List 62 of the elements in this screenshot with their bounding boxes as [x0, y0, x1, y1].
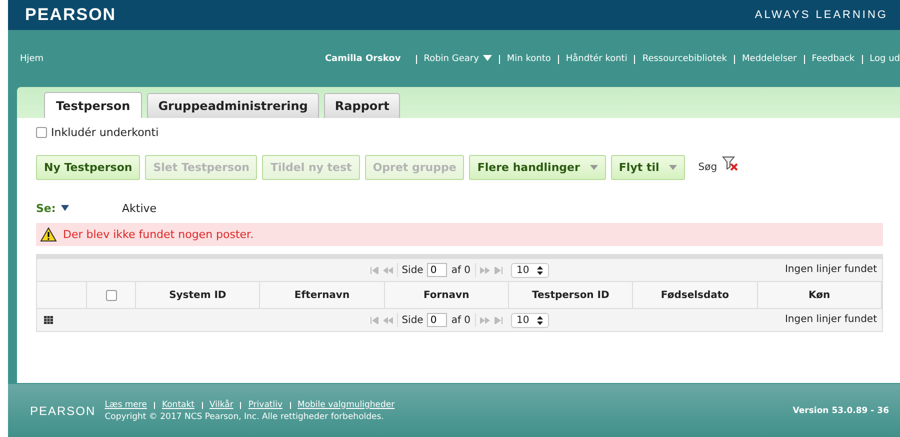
home-link[interactable]: Hjem	[20, 54, 44, 64]
page-size-select[interactable]: 10	[510, 312, 550, 328]
search-label: Søg	[698, 162, 718, 173]
record-status: Ingen linjer fundet	[784, 264, 877, 275]
nav-link[interactable]: Håndtér konti	[566, 54, 628, 64]
column-header[interactable]: Fødselsdato	[633, 282, 758, 308]
copyright-text: Copyright © 2017 NCS Pearson, Inc. Alle rettigheder forbeholdes.	[104, 412, 385, 422]
column-header[interactable]: System ID	[136, 282, 260, 308]
checkbox-label: Inkludér underkonti	[51, 126, 159, 139]
alert-message: Der blev ikke fundet nogen poster.	[63, 228, 254, 241]
tab[interactable]: Testperson	[44, 92, 142, 118]
footer-link[interactable]: Vilkår	[210, 400, 234, 410]
footer-link[interactable]: Kontakt	[162, 400, 194, 410]
page-count: af 0	[451, 264, 471, 276]
footer-logo: PEARSON	[30, 404, 96, 418]
page-input[interactable]: 0	[427, 263, 448, 277]
user-name: Camilla Orskov	[324, 54, 401, 64]
first-page-icon[interactable]	[370, 266, 379, 274]
column-header[interactable]: Efternavn	[260, 282, 385, 308]
last-page-icon[interactable]	[494, 316, 503, 324]
version-text: Version 53.0.89 - 36	[792, 406, 889, 416]
page-label: Side	[402, 314, 424, 326]
view-dropdown[interactable]: Se:	[36, 202, 122, 214]
clear-filter-icon[interactable]	[722, 156, 738, 171]
footer-link[interactable]: Mobile valgmuligheder	[298, 400, 395, 410]
nav-link[interactable]: Meddelelser	[742, 54, 797, 64]
next-page-icon[interactable]	[480, 266, 490, 274]
nav-link[interactable]: Robin Geary	[424, 54, 492, 64]
tab[interactable]: Gruppeadministrering	[147, 93, 319, 118]
record-status: Ingen linjer fundet	[784, 314, 877, 325]
column-header[interactable]: Køn	[758, 282, 882, 308]
tab[interactable]: Rapport	[324, 93, 400, 118]
column-header[interactable]: Testperson ID	[508, 282, 634, 308]
next-page-icon[interactable]	[480, 316, 490, 324]
nav-link[interactable]: Min konto	[506, 54, 551, 64]
action-button[interactable]: Flere handlinger	[469, 155, 606, 180]
grid-icon[interactable]	[44, 316, 53, 324]
page-size-select[interactable]: 10	[510, 262, 550, 278]
footer-link[interactable]: Privatliv	[248, 400, 282, 410]
previous-page-icon[interactable]	[382, 316, 393, 324]
checkbox[interactable]	[36, 127, 47, 138]
page-label: Side	[402, 264, 424, 276]
action-button[interactable]: Ny Testperson	[36, 155, 140, 180]
caret-icon	[60, 205, 69, 211]
previous-page-icon[interactable]	[382, 266, 393, 274]
up-down-arrows-icon	[537, 316, 544, 324]
first-page-icon[interactable]	[370, 316, 379, 324]
action-button[interactable]: Flyt til	[610, 155, 686, 180]
logo: PEARSON	[25, 5, 116, 25]
nav-link[interactable]: Feedback	[812, 54, 855, 64]
view-value: Aktive	[122, 202, 157, 214]
page-count: af 0	[451, 314, 471, 326]
footer-link[interactable]: Læs mere	[104, 400, 147, 410]
page-input[interactable]: 0	[427, 313, 448, 327]
last-page-icon[interactable]	[494, 266, 503, 274]
nav-link[interactable]: Log ud	[870, 54, 900, 64]
column-header[interactable]: Fornavn	[384, 282, 509, 308]
up-down-arrows-icon	[537, 266, 544, 274]
nav-link[interactable]: Ressourcebibliotek	[642, 54, 728, 64]
warning-icon	[40, 227, 57, 242]
select-all-checkbox[interactable]	[106, 290, 116, 300]
tagline: ALWAYS LEARNING	[754, 9, 888, 21]
